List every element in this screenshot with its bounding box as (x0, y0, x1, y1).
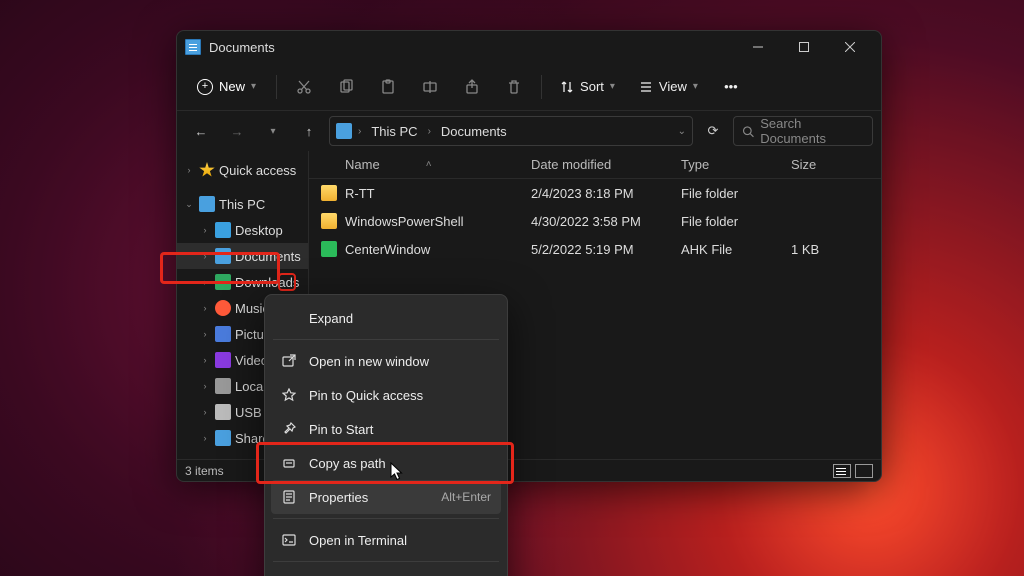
thumbnails-view-button[interactable] (855, 464, 873, 478)
new-label: New (219, 79, 245, 94)
menu-open-terminal[interactable]: Open in Terminal (271, 523, 501, 557)
address-bar[interactable]: › This PC › Documents ⌄ (329, 116, 693, 146)
copy-button[interactable] (327, 70, 365, 104)
view-button[interactable]: View ▾ (629, 73, 708, 100)
usb-icon (215, 404, 231, 420)
context-menu: Expand Open in new window Pin to Quick a… (264, 294, 508, 576)
view-icon (639, 80, 653, 94)
search-placeholder: Search Documents (760, 116, 864, 146)
breadcrumb-documents[interactable]: Documents (437, 122, 511, 141)
chevron-right-icon: › (428, 126, 431, 137)
column-headers[interactable]: Name˄ Date modified Type Size (309, 151, 881, 179)
star-icon (199, 162, 215, 178)
documents-icon (336, 123, 352, 139)
folder-icon (321, 213, 337, 229)
properties-icon (281, 489, 297, 505)
tree-downloads[interactable]: ›Downloads (177, 269, 308, 295)
ahk-icon (321, 241, 337, 257)
desktop-icon (215, 222, 231, 238)
sort-button[interactable]: Sort ▾ (550, 73, 625, 100)
window-title: Documents (209, 40, 275, 55)
sort-icon (560, 80, 574, 94)
col-size[interactable]: Size (781, 157, 851, 172)
breadcrumb-this-pc[interactable]: This PC (367, 122, 421, 141)
menu-show-more[interactable]: Show more options Shift+F10 (271, 566, 501, 576)
file-row[interactable]: WindowsPowerShell4/30/2022 3:58 PMFile f… (309, 207, 881, 235)
copy-path-icon (281, 455, 297, 471)
music-icon (215, 300, 231, 316)
chevron-down-icon[interactable]: ⌄ (678, 126, 686, 137)
menu-pin-quick-access[interactable]: Pin to Quick access (271, 378, 501, 412)
menu-open-new-window[interactable]: Open in new window (271, 344, 501, 378)
col-name[interactable]: Name˄ (309, 157, 521, 172)
chevron-right-icon: › (358, 126, 361, 137)
menu-copy-as-path[interactable]: Copy as path (271, 446, 501, 480)
menu-pin-start[interactable]: Pin to Start (271, 412, 501, 446)
title-bar[interactable]: Documents (177, 31, 881, 63)
forward-button[interactable]: → (221, 115, 253, 147)
more-button[interactable]: ••• (712, 70, 750, 104)
tree-documents[interactable]: ›Documents (177, 243, 308, 269)
chevron-down-icon: ▾ (251, 81, 256, 92)
details-view-button[interactable] (833, 464, 851, 478)
up-button[interactable]: ↑ (293, 115, 325, 147)
disk-icon (215, 378, 231, 394)
search-icon (742, 125, 754, 138)
downloads-icon (215, 274, 231, 290)
tree-quick-access[interactable]: ›Quick access (177, 157, 308, 183)
close-button[interactable] (827, 31, 873, 63)
item-count: 3 items (185, 464, 224, 478)
plus-icon: + (197, 79, 213, 95)
star-icon (281, 387, 297, 403)
refresh-button[interactable]: ⟳ (697, 115, 729, 147)
nav-row: ← → ▾ ↑ › This PC › Documents ⌄ ⟳ Search… (177, 111, 881, 151)
tree-desktop[interactable]: ›Desktop (177, 217, 308, 243)
open-window-icon (281, 353, 297, 369)
network-icon (215, 430, 231, 446)
col-date[interactable]: Date modified (521, 157, 671, 172)
chevron-down-icon: ▾ (610, 81, 615, 92)
pc-icon (199, 196, 215, 212)
minimize-button[interactable] (735, 31, 781, 63)
chevron-down-icon: ▾ (693, 81, 698, 92)
file-row[interactable]: R-TT2/4/2023 8:18 PMFile folder (309, 179, 881, 207)
videos-icon (215, 352, 231, 368)
terminal-icon (281, 532, 297, 548)
command-bar: + New ▾ Sort ▾ View ▾ ••• (177, 63, 881, 111)
search-input[interactable]: Search Documents (733, 116, 873, 146)
documents-icon (185, 39, 201, 55)
new-button[interactable]: + New ▾ (185, 73, 268, 101)
back-button[interactable]: ← (185, 115, 217, 147)
maximize-button[interactable] (781, 31, 827, 63)
rename-button[interactable] (411, 70, 449, 104)
col-type[interactable]: Type (671, 157, 781, 172)
file-row[interactable]: CenterWindow5/2/2022 5:19 PMAHK File1 KB (309, 235, 881, 263)
cut-button[interactable] (285, 70, 323, 104)
tree-this-pc[interactable]: ⌄This PC (177, 191, 308, 217)
pin-icon (281, 421, 297, 437)
pictures-icon (215, 326, 231, 342)
documents-icon (215, 248, 231, 264)
paste-button[interactable] (369, 70, 407, 104)
folder-icon (321, 185, 337, 201)
share-button[interactable] (453, 70, 491, 104)
delete-button[interactable] (495, 70, 533, 104)
menu-properties[interactable]: Properties Alt+Enter (271, 480, 501, 514)
recent-button[interactable]: ▾ (257, 115, 289, 147)
menu-expand[interactable]: Expand (271, 301, 501, 335)
shortcut-label: Alt+Enter (441, 490, 491, 504)
